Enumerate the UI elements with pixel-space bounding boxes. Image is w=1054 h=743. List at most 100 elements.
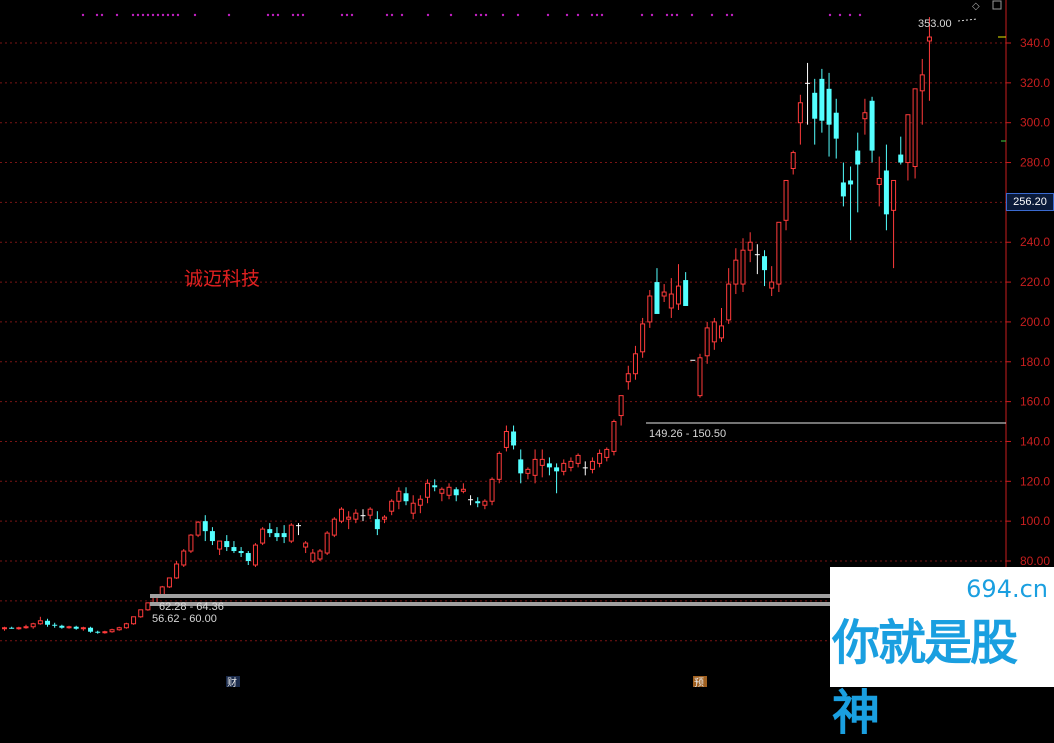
candle-body <box>891 179 897 211</box>
candle-body <box>726 283 732 321</box>
candle-body <box>704 327 710 357</box>
candle-body <box>468 499 474 501</box>
candle-body <box>37 620 43 625</box>
stock-name-label: 诚迈科技 <box>184 268 261 290</box>
candle-body <box>95 631 101 633</box>
candle-body <box>797 102 803 124</box>
candle-body <box>668 293 674 309</box>
marker-badge-1: 财 <box>227 676 237 687</box>
event-dot <box>474 13 478 17</box>
y-tick-label: 220.0 <box>1020 275 1050 289</box>
event-dot <box>227 13 231 17</box>
candle-body <box>790 152 796 170</box>
candle-body <box>719 325 724 339</box>
candle-body <box>360 515 366 517</box>
candle-body <box>195 521 201 536</box>
candle-body <box>869 100 875 151</box>
candle-body <box>303 542 309 548</box>
candle-body <box>611 421 617 452</box>
gap-label-3: 56.62 - 60.00 <box>152 613 217 625</box>
candle-body <box>632 353 638 375</box>
candle-body <box>52 624 58 626</box>
candle-body <box>410 502 416 514</box>
event-dot <box>565 13 569 17</box>
candle-body <box>819 78 825 121</box>
candle-body <box>575 454 581 464</box>
event-dot <box>390 13 394 17</box>
candle-body <box>862 112 868 120</box>
candle-body <box>654 282 660 314</box>
candle-body <box>174 563 180 579</box>
event-dot <box>730 13 734 17</box>
y-tick-label: 200.0 <box>1020 315 1050 329</box>
candle-body <box>432 485 438 488</box>
event-dot <box>271 13 275 17</box>
candles-group <box>2 17 932 634</box>
candle-body <box>618 395 624 417</box>
event-dot <box>675 13 679 17</box>
candle-body <box>489 478 495 502</box>
candle-body <box>252 544 258 566</box>
gap-label-1: 149.26 - 150.50 <box>649 428 726 440</box>
event-dot <box>350 13 354 17</box>
event-dot <box>690 13 694 17</box>
y-tick-label: 340.0 <box>1020 36 1050 50</box>
candle-body <box>245 553 251 561</box>
event-dot <box>516 13 520 17</box>
event-dot <box>848 13 852 17</box>
candle-body <box>683 280 689 306</box>
gap-band-2 <box>150 594 830 598</box>
candle-body <box>754 254 760 256</box>
event-dot <box>546 13 550 17</box>
candle-body <box>568 460 574 468</box>
candle-body <box>217 540 223 550</box>
gap-label-2: 62.28 - 64.36 <box>159 601 224 613</box>
candle-body <box>503 431 509 448</box>
candle-body <box>539 458 545 466</box>
candle-body <box>338 508 344 522</box>
candle-body <box>883 170 889 215</box>
candle-body <box>926 36 932 42</box>
event-dot <box>266 13 270 17</box>
event-dot <box>345 13 349 17</box>
candle-body <box>346 516 352 520</box>
event-markers <box>81 13 862 17</box>
price-gridlines <box>0 42 1006 642</box>
candle-body <box>382 516 388 520</box>
candle-body <box>661 291 667 297</box>
candle-body <box>138 609 144 618</box>
candle-body <box>45 620 51 625</box>
candle-body <box>425 482 431 498</box>
candle-body <box>711 321 717 343</box>
event-dot <box>600 13 604 17</box>
candle-body <box>604 448 610 458</box>
event-dot <box>449 13 453 17</box>
candle-body <box>367 508 373 516</box>
event-dot <box>576 13 580 17</box>
candle-body <box>561 462 567 472</box>
y-tick-label: 180.0 <box>1020 355 1050 369</box>
event-dot <box>838 13 842 17</box>
event-dot <box>665 13 669 17</box>
watermark-text: 你就是股神 <box>832 615 1018 741</box>
candle-body <box>453 489 459 496</box>
event-dot <box>81 13 85 17</box>
candle-body <box>396 490 402 502</box>
diamond-icon: ◇ <box>972 1 980 12</box>
candle-body <box>554 467 560 472</box>
event-dot <box>858 13 862 17</box>
event-dot <box>151 13 155 17</box>
candle-body <box>905 114 911 164</box>
event-dot <box>828 13 832 17</box>
event-dot <box>595 13 599 17</box>
candle-body <box>496 452 502 480</box>
candle-body <box>840 182 846 197</box>
y-tick-label: 320.0 <box>1020 76 1050 90</box>
candle-body <box>16 627 22 630</box>
candle-body <box>417 498 423 506</box>
candle-body <box>389 500 395 512</box>
event-dot <box>340 13 344 17</box>
candle-body <box>475 501 481 504</box>
high-label: 353.00 <box>918 18 952 30</box>
candle-body <box>331 518 337 536</box>
